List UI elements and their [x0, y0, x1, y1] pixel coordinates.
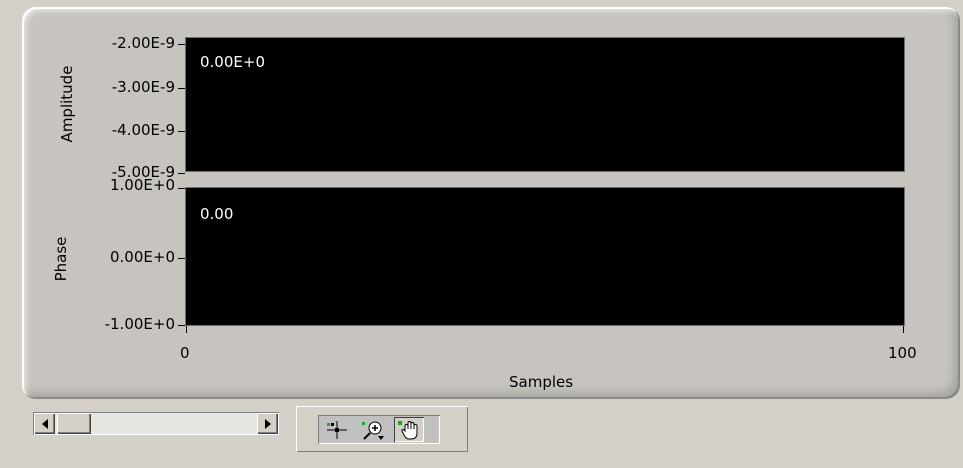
zoom-icon [362, 421, 384, 440]
cursor-move-icon [327, 420, 347, 439]
x-tick-mark [903, 326, 904, 333]
scroll-left-arrow-icon [41, 418, 48, 429]
scroll-thumb[interactable] [57, 413, 91, 434]
pan-hand-icon [398, 420, 418, 439]
phase-readout: 0.00 [200, 205, 234, 223]
amplitude-tick-mark [178, 173, 185, 174]
phase-tick-mark [178, 325, 185, 326]
phase-tick-label: 1.00E+0 [110, 176, 175, 194]
cursor-move-tool-button[interactable] [322, 417, 352, 442]
scroll-left-button[interactable] [34, 413, 55, 434]
amplitude-plot-area[interactable]: 0.00E+0 [185, 37, 905, 172]
zoom-tool-button[interactable] [358, 417, 388, 442]
amplitude-tick-label: -3.00E-9 [111, 78, 175, 96]
phase-tick-label: 0.00E+0 [110, 248, 175, 266]
amplitude-readout: 0.00E+0 [200, 53, 265, 71]
scroll-right-button[interactable] [257, 413, 278, 434]
graph-scrollbar[interactable] [33, 412, 279, 435]
graph-palette [296, 406, 468, 452]
pan-tool-button[interactable] [394, 417, 424, 442]
phase-tick-mark [178, 188, 185, 189]
amplitude-tick-label: -2.00E-9 [111, 34, 175, 52]
amplitude-tick-label: -4.00E-9 [111, 121, 175, 139]
amplitude-tick-mark [178, 131, 185, 132]
phase-tick-label: -1.00E+0 [104, 315, 175, 333]
graph-palette-tools [318, 415, 440, 444]
scroll-right-arrow-icon [264, 418, 271, 429]
x-tick-label: 100 [888, 344, 917, 362]
phase-plot-area[interactable]: 0.00 [185, 187, 905, 326]
x-tick-label: 0 [180, 344, 190, 362]
phase-tick-mark [178, 258, 185, 259]
x-tick-mark [186, 326, 187, 333]
x-axis-title: Samples [509, 373, 574, 391]
amplitude-tick-mark [178, 88, 185, 89]
amplitude-tick-mark [178, 44, 185, 45]
